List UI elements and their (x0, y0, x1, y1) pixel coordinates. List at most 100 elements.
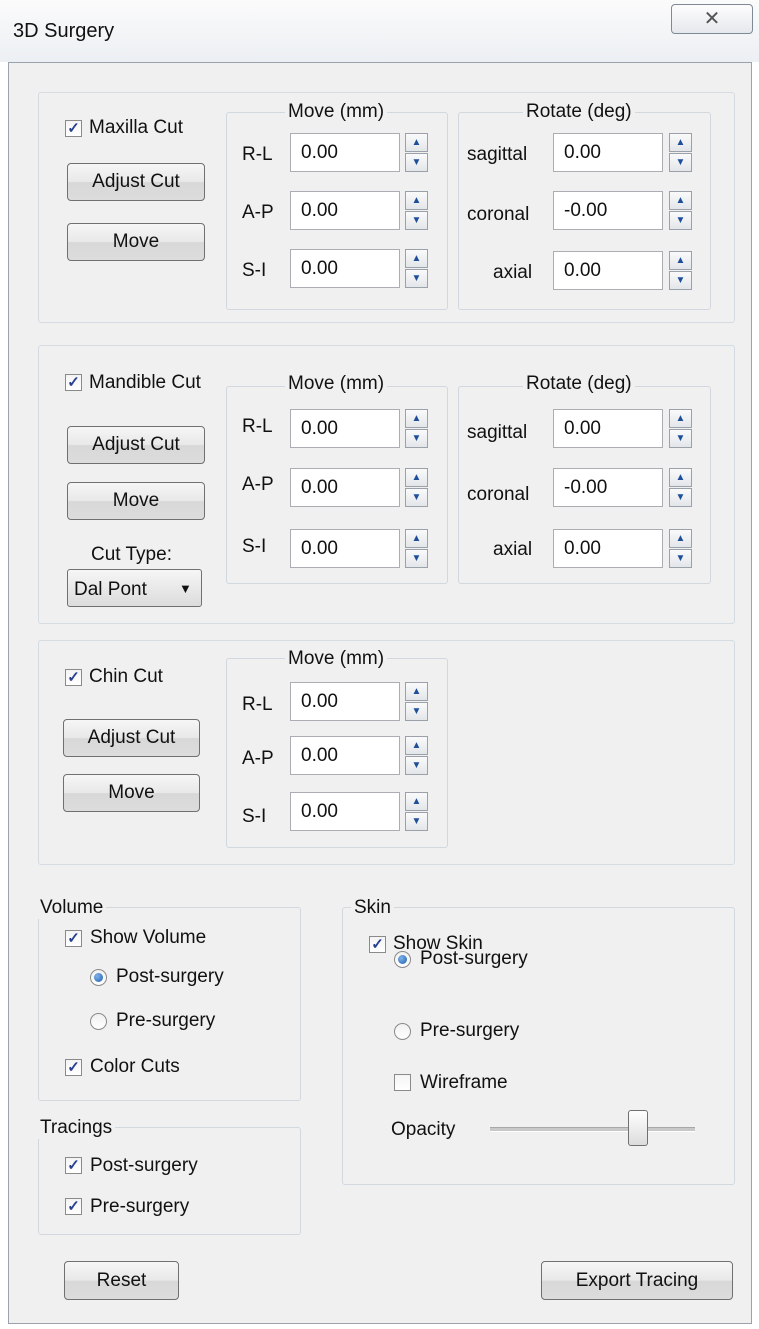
spin-down-icon[interactable]: ▼ (669, 271, 692, 290)
spin-down-icon[interactable]: ▼ (405, 429, 428, 448)
chin-ap-input[interactable]: 0.00 (290, 736, 400, 775)
spin-down-icon[interactable]: ▼ (669, 211, 692, 230)
coronal-label: coronal (467, 484, 530, 505)
spin-up-icon[interactable]: ▲ (405, 191, 428, 210)
spin-up-icon[interactable]: ▲ (669, 251, 692, 270)
mandible-si-input[interactable]: 0.00 (290, 529, 400, 568)
spin-down-icon[interactable]: ▼ (669, 153, 692, 172)
maxilla-coronal-spinner[interactable]: ▲ ▼ (669, 191, 692, 230)
spin-down-icon[interactable]: ▼ (405, 269, 428, 288)
export-tracing-button[interactable]: Export Tracing (541, 1261, 733, 1300)
mandible-ap-spinner[interactable]: ▲ ▼ (405, 468, 428, 507)
mandible-rl-input[interactable]: 0.00 (290, 409, 400, 448)
spin-down-icon[interactable]: ▼ (405, 211, 428, 230)
spin-down-icon[interactable]: ▼ (405, 812, 428, 831)
mandible-sagittal-spinner[interactable]: ▲ ▼ (669, 409, 692, 448)
chin-rl-spinner[interactable]: ▲ ▼ (405, 682, 428, 721)
spin-up-icon[interactable]: ▲ (669, 133, 692, 152)
close-button[interactable]: ✕ (671, 4, 753, 34)
spin-up-icon[interactable]: ▲ (405, 792, 428, 811)
button-label: Adjust Cut (92, 434, 180, 455)
maxilla-rl-spinner[interactable]: ▲ ▼ (405, 133, 428, 172)
mandible-rl-spinner[interactable]: ▲ ▼ (405, 409, 428, 448)
tracings-post-surgery-checkbox[interactable]: ✓ (65, 1157, 82, 1174)
opacity-slider-thumb[interactable] (627, 1110, 648, 1146)
sagittal-label: sagittal (467, 144, 528, 165)
maxilla-adjust-cut-button[interactable]: Adjust Cut (67, 163, 205, 201)
si-label: S-I (242, 260, 267, 281)
chin-si-input[interactable]: 0.00 (290, 792, 400, 831)
cut-type-dropdown[interactable]: Dal Pont ▼ (67, 569, 202, 607)
mandible-coronal-input[interactable]: -0.00 (553, 468, 663, 507)
axial-label: axial (493, 262, 533, 283)
chin-move-button[interactable]: Move (63, 774, 200, 812)
maxilla-sagittal-input[interactable]: 0.00 (553, 133, 663, 172)
mandible-cut-label: Mandible Cut (89, 372, 201, 393)
chevron-down-icon: ▼ (179, 581, 192, 596)
spin-up-icon[interactable]: ▲ (405, 133, 428, 152)
spin-down-icon[interactable]: ▼ (405, 153, 428, 172)
maxilla-ap-spinner[interactable]: ▲ ▼ (405, 191, 428, 230)
mandible-adjust-cut-button[interactable]: Adjust Cut (67, 426, 205, 464)
rl-label: R-L (242, 416, 273, 437)
spin-up-icon[interactable]: ▲ (405, 468, 428, 487)
maxilla-ap-input[interactable]: 0.00 (290, 191, 400, 230)
show-skin-checkbox[interactable]: ✓ (369, 936, 386, 953)
maxilla-si-input[interactable]: 0.00 (290, 249, 400, 288)
chin-cut-checkbox[interactable]: ✓ (65, 669, 82, 686)
rotate-group-label: Rotate (deg) (523, 373, 635, 395)
show-volume-checkbox[interactable]: ✓ (65, 930, 82, 947)
mandible-move-button[interactable]: Move (67, 482, 205, 520)
opacity-slider-track[interactable] (490, 1127, 695, 1132)
spin-down-icon[interactable]: ▼ (405, 488, 428, 507)
spin-up-icon[interactable]: ▲ (405, 409, 428, 428)
maxilla-si-spinner[interactable]: ▲ ▼ (405, 249, 428, 288)
volume-post-surgery-radio[interactable] (90, 969, 107, 986)
skin-post-surgery-radio[interactable] (394, 951, 411, 968)
spin-down-icon[interactable]: ▼ (405, 702, 428, 721)
move-group-label: Move (mm) (285, 101, 388, 123)
mandible-ap-input[interactable]: 0.00 (290, 468, 400, 507)
spin-down-icon[interactable]: ▼ (669, 488, 692, 507)
reset-button[interactable]: Reset (64, 1261, 179, 1300)
tracings-pre-surgery-checkbox[interactable]: ✓ (65, 1198, 82, 1215)
wireframe-checkbox[interactable] (394, 1074, 411, 1091)
ap-label: A-P (242, 748, 274, 769)
maxilla-coronal-input[interactable]: -0.00 (553, 191, 663, 230)
button-label: Reset (96, 1269, 147, 1291)
chin-ap-spinner[interactable]: ▲ ▼ (405, 736, 428, 775)
spin-up-icon[interactable]: ▲ (405, 736, 428, 755)
spin-up-icon[interactable]: ▲ (669, 529, 692, 548)
spin-down-icon[interactable]: ▼ (405, 549, 428, 568)
maxilla-rl-input[interactable]: 0.00 (290, 133, 400, 172)
skin-pre-surgery-radio[interactable] (394, 1023, 411, 1040)
skin-group-label: Skin (351, 897, 394, 919)
mandible-axial-spinner[interactable]: ▲ ▼ (669, 529, 692, 568)
spin-up-icon[interactable]: ▲ (405, 529, 428, 548)
mandible-cut-checkbox[interactable]: ✓ (65, 374, 82, 391)
spin-up-icon[interactable]: ▲ (405, 249, 428, 268)
spin-down-icon[interactable]: ▼ (405, 756, 428, 775)
maxilla-axial-spinner[interactable]: ▲ ▼ (669, 251, 692, 290)
spin-up-icon[interactable]: ▲ (669, 191, 692, 210)
spin-down-icon[interactable]: ▼ (669, 429, 692, 448)
mandible-sagittal-input[interactable]: 0.00 (553, 409, 663, 448)
maxilla-move-button[interactable]: Move (67, 223, 205, 261)
color-cuts-checkbox[interactable]: ✓ (65, 1059, 82, 1076)
volume-pre-surgery-radio[interactable] (90, 1013, 107, 1030)
chin-adjust-cut-button[interactable]: Adjust Cut (63, 719, 200, 757)
spin-up-icon[interactable]: ▲ (669, 409, 692, 428)
mandible-axial-input[interactable]: 0.00 (553, 529, 663, 568)
spin-down-icon[interactable]: ▼ (669, 549, 692, 568)
maxilla-sagittal-spinner[interactable]: ▲ ▼ (669, 133, 692, 172)
maxilla-cut-checkbox[interactable]: ✓ (65, 120, 82, 137)
button-label: Move (112, 490, 160, 511)
spin-up-icon[interactable]: ▲ (405, 682, 428, 701)
opacity-label: Opacity (391, 1119, 456, 1140)
chin-rl-input[interactable]: 0.00 (290, 682, 400, 721)
mandible-coronal-spinner[interactable]: ▲ ▼ (669, 468, 692, 507)
spin-up-icon[interactable]: ▲ (669, 468, 692, 487)
mandible-si-spinner[interactable]: ▲ ▼ (405, 529, 428, 568)
chin-si-spinner[interactable]: ▲ ▼ (405, 792, 428, 831)
maxilla-axial-input[interactable]: 0.00 (553, 251, 663, 290)
